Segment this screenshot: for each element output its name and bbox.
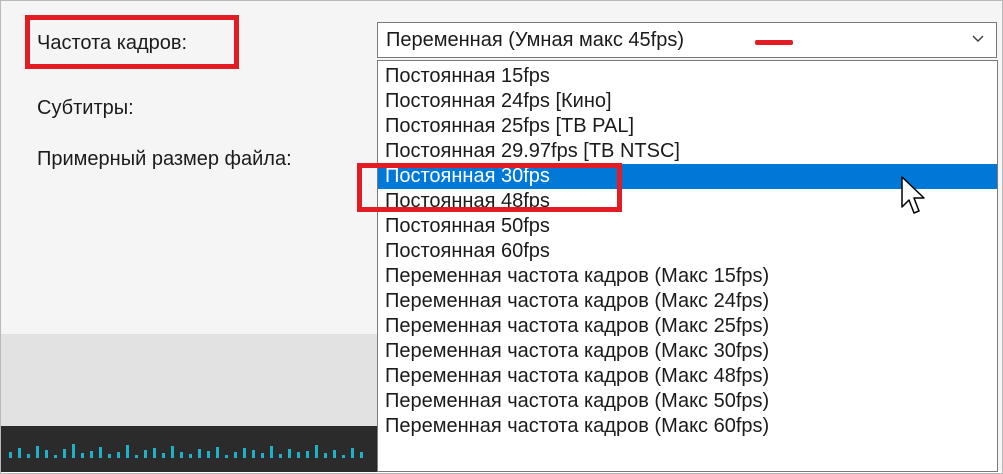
waveform-bar bbox=[108, 454, 111, 458]
waveform-bar bbox=[99, 447, 102, 458]
dropdown-option[interactable]: Переменная частота кадров (Макс 60fps) bbox=[378, 414, 997, 439]
waveform-bar bbox=[117, 452, 120, 458]
waveform-bar bbox=[180, 452, 183, 458]
dropdown-option[interactable]: Постоянная 25fps [ТВ PAL] bbox=[378, 114, 997, 139]
waveform-bar bbox=[315, 445, 318, 458]
dropdown-option[interactable]: Переменная частота кадров (Макс 50fps) bbox=[378, 389, 997, 414]
dropdown-option[interactable]: Постоянная 24fps [Кино] bbox=[378, 89, 997, 114]
waveform-bar bbox=[252, 450, 255, 458]
dropdown-option[interactable]: Переменная частота кадров (Макс 15fps) bbox=[378, 264, 997, 289]
waveform-bar bbox=[162, 453, 165, 458]
waveform-bar bbox=[360, 452, 363, 458]
dropdown-option[interactable]: Постоянная 29.97fps [ТВ NTSC] bbox=[378, 139, 997, 164]
waveform-bar bbox=[153, 448, 156, 458]
waveform-bar bbox=[333, 450, 336, 458]
annotation-box-label bbox=[25, 15, 239, 69]
waveform-bar bbox=[270, 446, 273, 458]
waveform-bar bbox=[189, 454, 192, 458]
gray-panel bbox=[1, 334, 377, 426]
waveform-bar bbox=[144, 450, 147, 458]
waveform-bar bbox=[63, 449, 66, 458]
dropdown-option[interactable]: Переменная частота кадров (Макс 24fps) bbox=[378, 289, 997, 314]
waveform-bar bbox=[81, 453, 84, 458]
annotation-dash bbox=[755, 40, 793, 45]
waveform-bar bbox=[207, 451, 210, 458]
waveform-bar bbox=[216, 447, 219, 458]
waveform-bar bbox=[135, 455, 138, 458]
waveform-panel bbox=[1, 426, 377, 472]
annotation-box-option bbox=[357, 163, 622, 212]
dropdown-option[interactable]: Переменная частота кадров (Макс 48fps) bbox=[378, 364, 997, 389]
waveform-bar bbox=[324, 453, 327, 458]
waveform-bar bbox=[225, 455, 228, 458]
dropdown-option[interactable]: Переменная частота кадров (Макс 25fps) bbox=[378, 314, 997, 339]
waveform-bar bbox=[36, 446, 39, 458]
waveform-bar bbox=[126, 445, 129, 458]
dropdown-option[interactable]: Постоянная 60fps bbox=[378, 239, 997, 264]
waveform-bar bbox=[171, 446, 174, 458]
waveform-bar bbox=[9, 452, 12, 458]
screenshot-root: Частота кадров: Субтитры: Примерный разм… bbox=[0, 0, 1003, 474]
mouse-pointer-icon bbox=[901, 176, 925, 214]
waveform-bar bbox=[297, 452, 300, 458]
file-size-label: Примерный размер файла: bbox=[37, 148, 292, 170]
waveform-bar bbox=[18, 448, 21, 458]
waveform-bar bbox=[45, 450, 48, 458]
waveform-bar bbox=[27, 454, 30, 458]
waveform-bar bbox=[72, 444, 75, 458]
chevron-down-icon[interactable] bbox=[970, 30, 986, 46]
waveform-bar bbox=[234, 452, 237, 458]
subtitles-label: Субтитры: bbox=[37, 97, 134, 119]
waveform-bar bbox=[351, 448, 354, 458]
frame-rate-selected-value: Переменная (Умная макс 45fps) bbox=[386, 29, 684, 51]
dropdown-option[interactable]: Постоянная 15fps bbox=[378, 64, 997, 89]
frame-rate-select[interactable]: Переменная (Умная макс 45fps) bbox=[377, 22, 997, 58]
waveform-bar bbox=[198, 449, 201, 458]
waveform-bar bbox=[288, 449, 291, 458]
waveform-bar bbox=[306, 451, 309, 458]
waveform-bar bbox=[261, 453, 264, 458]
dropdown-option[interactable]: Переменная частота кадров (Макс 30fps) bbox=[378, 339, 997, 364]
waveform-bar bbox=[342, 455, 345, 458]
waveform-bar bbox=[279, 454, 282, 458]
waveform-bar bbox=[90, 451, 93, 458]
frame-rate-dropdown-list: Постоянная 15fps Постоянная 24fps [Кино] П… bbox=[377, 60, 998, 472]
waveform-bar bbox=[243, 448, 246, 458]
waveform-bar bbox=[54, 455, 57, 458]
